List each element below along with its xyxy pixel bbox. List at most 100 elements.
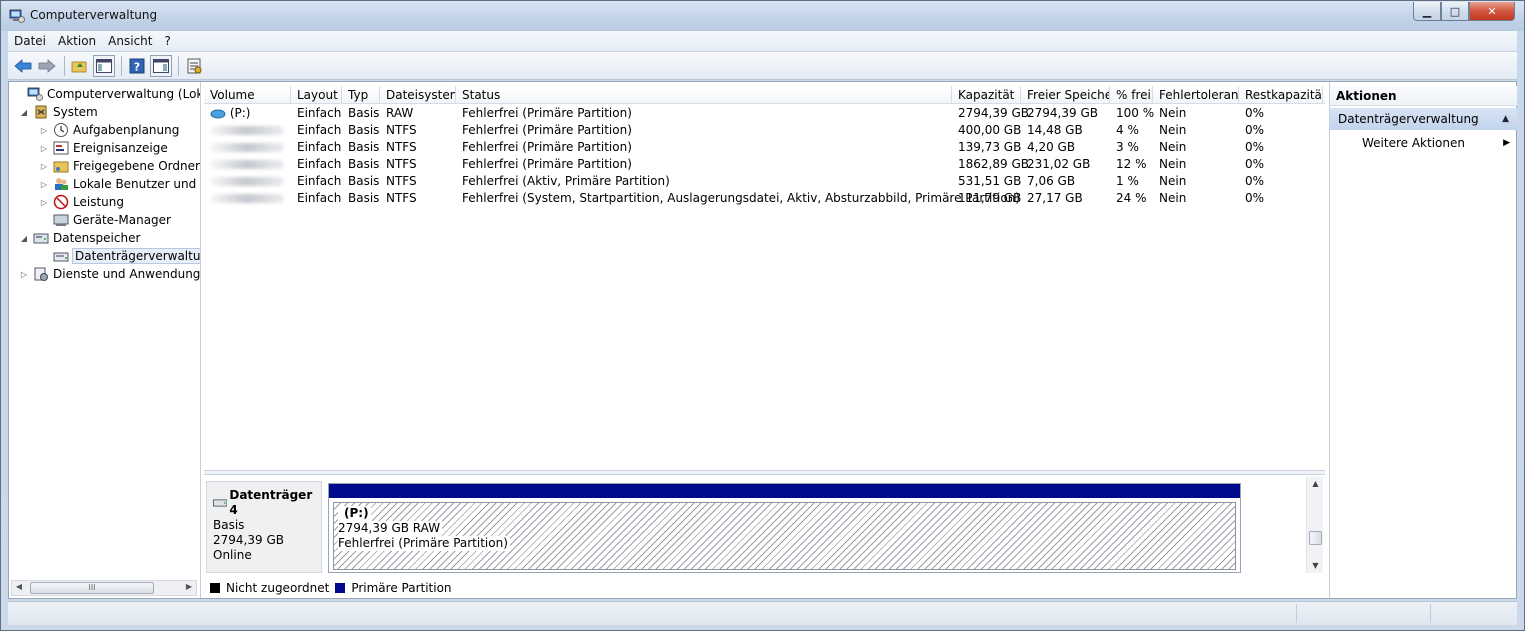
scroll-down-icon[interactable]: ▼ xyxy=(1307,559,1324,573)
collapse-up-icon[interactable]: ▲ xyxy=(1502,108,1509,130)
properties-button[interactable] xyxy=(183,55,205,77)
column-header-freier-speicher[interactable]: Freier Speicher xyxy=(1021,86,1110,104)
scrollbar-thumb[interactable]: III xyxy=(30,582,154,594)
expand-arrow-icon[interactable]: ▷ xyxy=(39,198,49,207)
tree-item-dienste[interactable]: ▷ Dienste und Anwendungen xyxy=(19,265,200,283)
column-header-dateisystem[interactable]: Dateisystem xyxy=(380,86,456,104)
title-bar[interactable]: Computerverwaltung ▁ □ ✕ xyxy=(1,1,1524,31)
tree-item-datentraegerverwaltung[interactable]: Datenträgerverwaltung xyxy=(53,247,200,265)
column-header-layout[interactable]: Layout xyxy=(291,86,342,104)
typ-cell: Basis xyxy=(348,106,380,120)
back-button[interactable] xyxy=(12,55,34,77)
forward-button[interactable] xyxy=(36,55,58,77)
tree-item-ereignisanzeige[interactable]: ▷ Ereignisanzeige xyxy=(39,139,168,157)
menu-ansicht[interactable]: Ansicht xyxy=(102,31,158,51)
event-viewer-icon xyxy=(53,141,69,155)
tree-item-label: Geräte-Manager xyxy=(73,213,171,227)
storage-icon xyxy=(33,233,49,244)
expand-arrow-icon[interactable]: ▷ xyxy=(39,180,49,189)
minimize-button[interactable]: ▁ xyxy=(1413,2,1441,21)
disk-view-vertical-scrollbar[interactable]: ▲ ▼ xyxy=(1306,477,1323,573)
partition-label: (P:) xyxy=(338,506,371,521)
users-icon xyxy=(55,178,68,190)
capacity-cell: 531,51 GB xyxy=(958,174,1022,188)
maximize-button[interactable]: □ xyxy=(1441,2,1469,21)
partition-block[interactable]: (P:) 2794,39 GB RAW Fehlerfrei (Primäre … xyxy=(333,502,1236,570)
shared-folder-icon xyxy=(53,161,69,173)
percent-free-cell: 1 % xyxy=(1116,174,1139,188)
tree-item-label: Computerverwaltung (Lokal) xyxy=(47,87,200,101)
tree-item-freigegebene-ordner[interactable]: ▷ Freigegebene Ordner xyxy=(39,157,200,175)
tree-item-aufgabenplanung[interactable]: ▷ Aufgabenplanung xyxy=(39,121,179,139)
capacity-cell: 139,73 GB xyxy=(958,140,1022,154)
status-cell: Fehlerfrei (Primäre Partition) xyxy=(462,140,632,154)
caption-buttons: ▁ □ ✕ xyxy=(1413,2,1515,21)
collapse-arrow-icon[interactable]: ◢ xyxy=(19,234,29,243)
menu-aktion[interactable]: Aktion xyxy=(52,31,102,51)
collapse-arrow-icon[interactable]: ◢ xyxy=(19,108,29,117)
toolbar-separator xyxy=(121,55,122,76)
fault-tolerance-cell: Nein xyxy=(1159,191,1187,205)
show-hide-action-pane-button[interactable] xyxy=(150,54,172,77)
computer-management-icon xyxy=(9,9,25,23)
column-header-prozent-frei[interactable]: % frei xyxy=(1110,86,1153,104)
expand-arrow-icon[interactable]: ▷ xyxy=(39,126,49,135)
tree-horizontal-scrollbar[interactable]: ◀ III ▶ xyxy=(11,580,197,596)
column-header-typ[interactable]: Typ xyxy=(342,86,380,104)
tree-item-leistung[interactable]: ▷ Leistung xyxy=(39,193,124,211)
table-row[interactable]: Einfach Basis NTFS Fehlerfrei (Primäre P… xyxy=(204,139,1325,156)
column-header-fehlertoleranz[interactable]: Fehlertoleranz xyxy=(1153,86,1239,104)
pane-splitter[interactable] xyxy=(204,470,1325,475)
table-row[interactable]: Einfach Basis NTFS Fehlerfrei (System, S… xyxy=(204,190,1325,207)
table-row[interactable]: (P:) Einfach Basis RAW Fehlerfrei (Primä… xyxy=(204,105,1325,122)
capacity-cell: 2794,39 GB xyxy=(958,106,1029,120)
disk-info-box[interactable]: Datenträger 4 Basis 2794,39 GB Online xyxy=(206,481,322,573)
tree-item-datenspeicher[interactable]: ◢ Datenspeicher xyxy=(19,229,140,247)
table-row[interactable]: Einfach Basis NTFS Fehlerfrei (Primäre P… xyxy=(204,122,1325,139)
free-space-cell: 4,20 GB xyxy=(1027,140,1076,154)
percent-free-cell: 3 % xyxy=(1116,140,1139,154)
percent-free-cell: 4 % xyxy=(1116,123,1139,137)
menu-bar: Datei Aktion Ansicht ? xyxy=(8,31,1517,52)
overhead-cell: 0% xyxy=(1245,140,1265,154)
device-manager-icon xyxy=(53,214,69,226)
show-hide-tree-button[interactable] xyxy=(93,54,115,77)
column-header-restkapazitaet[interactable]: Restkapazität xyxy=(1239,86,1323,104)
status-bar xyxy=(8,601,1517,625)
scroll-left-icon[interactable]: ◀ xyxy=(13,582,25,594)
menu-help[interactable]: ? xyxy=(158,31,176,51)
menu-datei[interactable]: Datei xyxy=(8,31,52,51)
column-header-status[interactable]: Status xyxy=(456,86,952,104)
expand-arrow-icon[interactable]: ▷ xyxy=(19,270,29,279)
fault-tolerance-cell: Nein xyxy=(1159,157,1187,171)
tree-item-root[interactable]: Computerverwaltung (Lokal) xyxy=(13,85,200,103)
computer-management-icon xyxy=(27,87,43,101)
scroll-up-icon[interactable]: ▲ xyxy=(1307,477,1324,491)
typ-cell: Basis xyxy=(348,174,380,188)
column-header-kapazitaet[interactable]: Kapazität xyxy=(952,86,1021,104)
up-folder-button[interactable] xyxy=(69,55,91,77)
percent-free-cell: 24 % xyxy=(1116,191,1147,205)
redacted-volume-name xyxy=(210,160,284,169)
table-row[interactable]: Einfach Basis NTFS Fehlerfrei (Aktiv, Pr… xyxy=(204,173,1325,190)
actions-section-datentraegerverwaltung[interactable]: Datenträgerverwaltung ▲ xyxy=(1330,108,1517,130)
disk-size: 2794,39 GB xyxy=(213,533,284,547)
help-button[interactable]: ? xyxy=(126,55,148,77)
tree-item-system[interactable]: ◢ System xyxy=(19,103,98,121)
tree-item-geraete-manager[interactable]: Geräte-Manager xyxy=(53,211,171,229)
column-header-volume[interactable]: Volume xyxy=(204,86,291,104)
expand-arrow-icon[interactable]: ▷ xyxy=(39,162,49,171)
services-icon xyxy=(34,267,48,281)
filesystem-cell: NTFS xyxy=(386,140,417,154)
tree-item-lokale-benutzer[interactable]: ▷ Lokale Benutzer und Gr xyxy=(39,175,200,193)
scrollbar-thumb[interactable] xyxy=(1309,531,1322,545)
table-row[interactable]: Einfach Basis NTFS Fehlerfrei (Primäre P… xyxy=(204,156,1325,173)
close-button[interactable]: ✕ xyxy=(1469,2,1515,21)
capacity-cell: 1862,89 GB xyxy=(958,157,1029,171)
volume-cell xyxy=(204,156,291,173)
action-weitere-aktionen[interactable]: Weitere Aktionen ▶ xyxy=(1362,134,1512,152)
expand-arrow-icon[interactable]: ▷ xyxy=(39,144,49,153)
actions-title: Aktionen xyxy=(1330,86,1517,106)
scroll-right-icon[interactable]: ▶ xyxy=(183,582,195,594)
legend: Nicht zugeordnet Primäre Partition xyxy=(210,581,458,595)
